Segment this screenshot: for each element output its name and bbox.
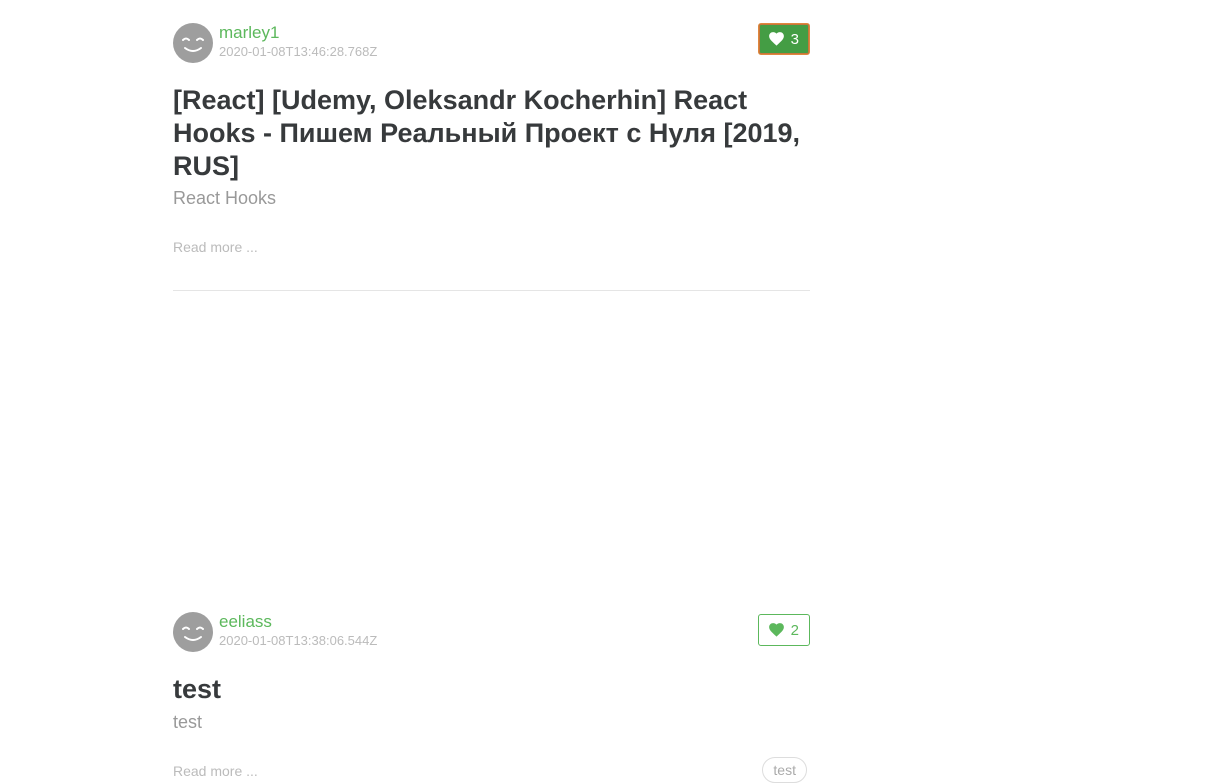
author-info: marley1 2020-01-08T13:46:28.768Z	[219, 23, 377, 59]
author-link[interactable]: eeliass	[219, 612, 377, 632]
favorite-button[interactable]: 3	[757, 23, 810, 55]
favorite-count: 3	[790, 30, 799, 48]
author-link[interactable]: marley1	[219, 23, 377, 43]
article-date: 2020-01-08T13:46:28.768Z	[219, 44, 378, 59]
avatar[interactable]	[173, 612, 213, 652]
author-info: eeliass 2020-01-08T13:38:06.544Z	[219, 612, 377, 648]
article-title[interactable]: test	[173, 673, 810, 706]
favorite-count: 2	[790, 621, 799, 639]
article-preview: marley1 2020-01-08T13:46:28.768Z 3 [Reac…	[173, 0, 810, 291]
smiley-face-icon	[182, 37, 204, 52]
heart-icon	[768, 32, 784, 46]
article-preview: eeliass 2020-01-08T13:38:06.544Z 2 test …	[173, 291, 810, 783]
article-date: 2020-01-08T13:38:06.544Z	[219, 633, 378, 648]
article-meta: eeliass 2020-01-08T13:38:06.544Z 2	[173, 612, 810, 652]
article-meta: marley1 2020-01-08T13:46:28.768Z 3	[173, 23, 810, 63]
favorite-button[interactable]: 2	[757, 614, 810, 646]
article-feed: marley1 2020-01-08T13:46:28.768Z 3 [Reac…	[173, 0, 810, 783]
tag-pill[interactable]: test	[762, 757, 807, 783]
article-description: React Hooks	[173, 188, 277, 208]
avatar[interactable]	[173, 23, 213, 63]
read-more-link[interactable]: Read more ...	[173, 238, 258, 256]
smiley-face-icon	[182, 626, 204, 641]
heart-icon	[768, 623, 784, 637]
article-title[interactable]: [React] [Udemy, Oleksandr Kocherhin] Rea…	[173, 84, 810, 183]
read-more-link[interactable]: Read more ...	[173, 762, 258, 780]
article-description: test	[173, 712, 203, 732]
